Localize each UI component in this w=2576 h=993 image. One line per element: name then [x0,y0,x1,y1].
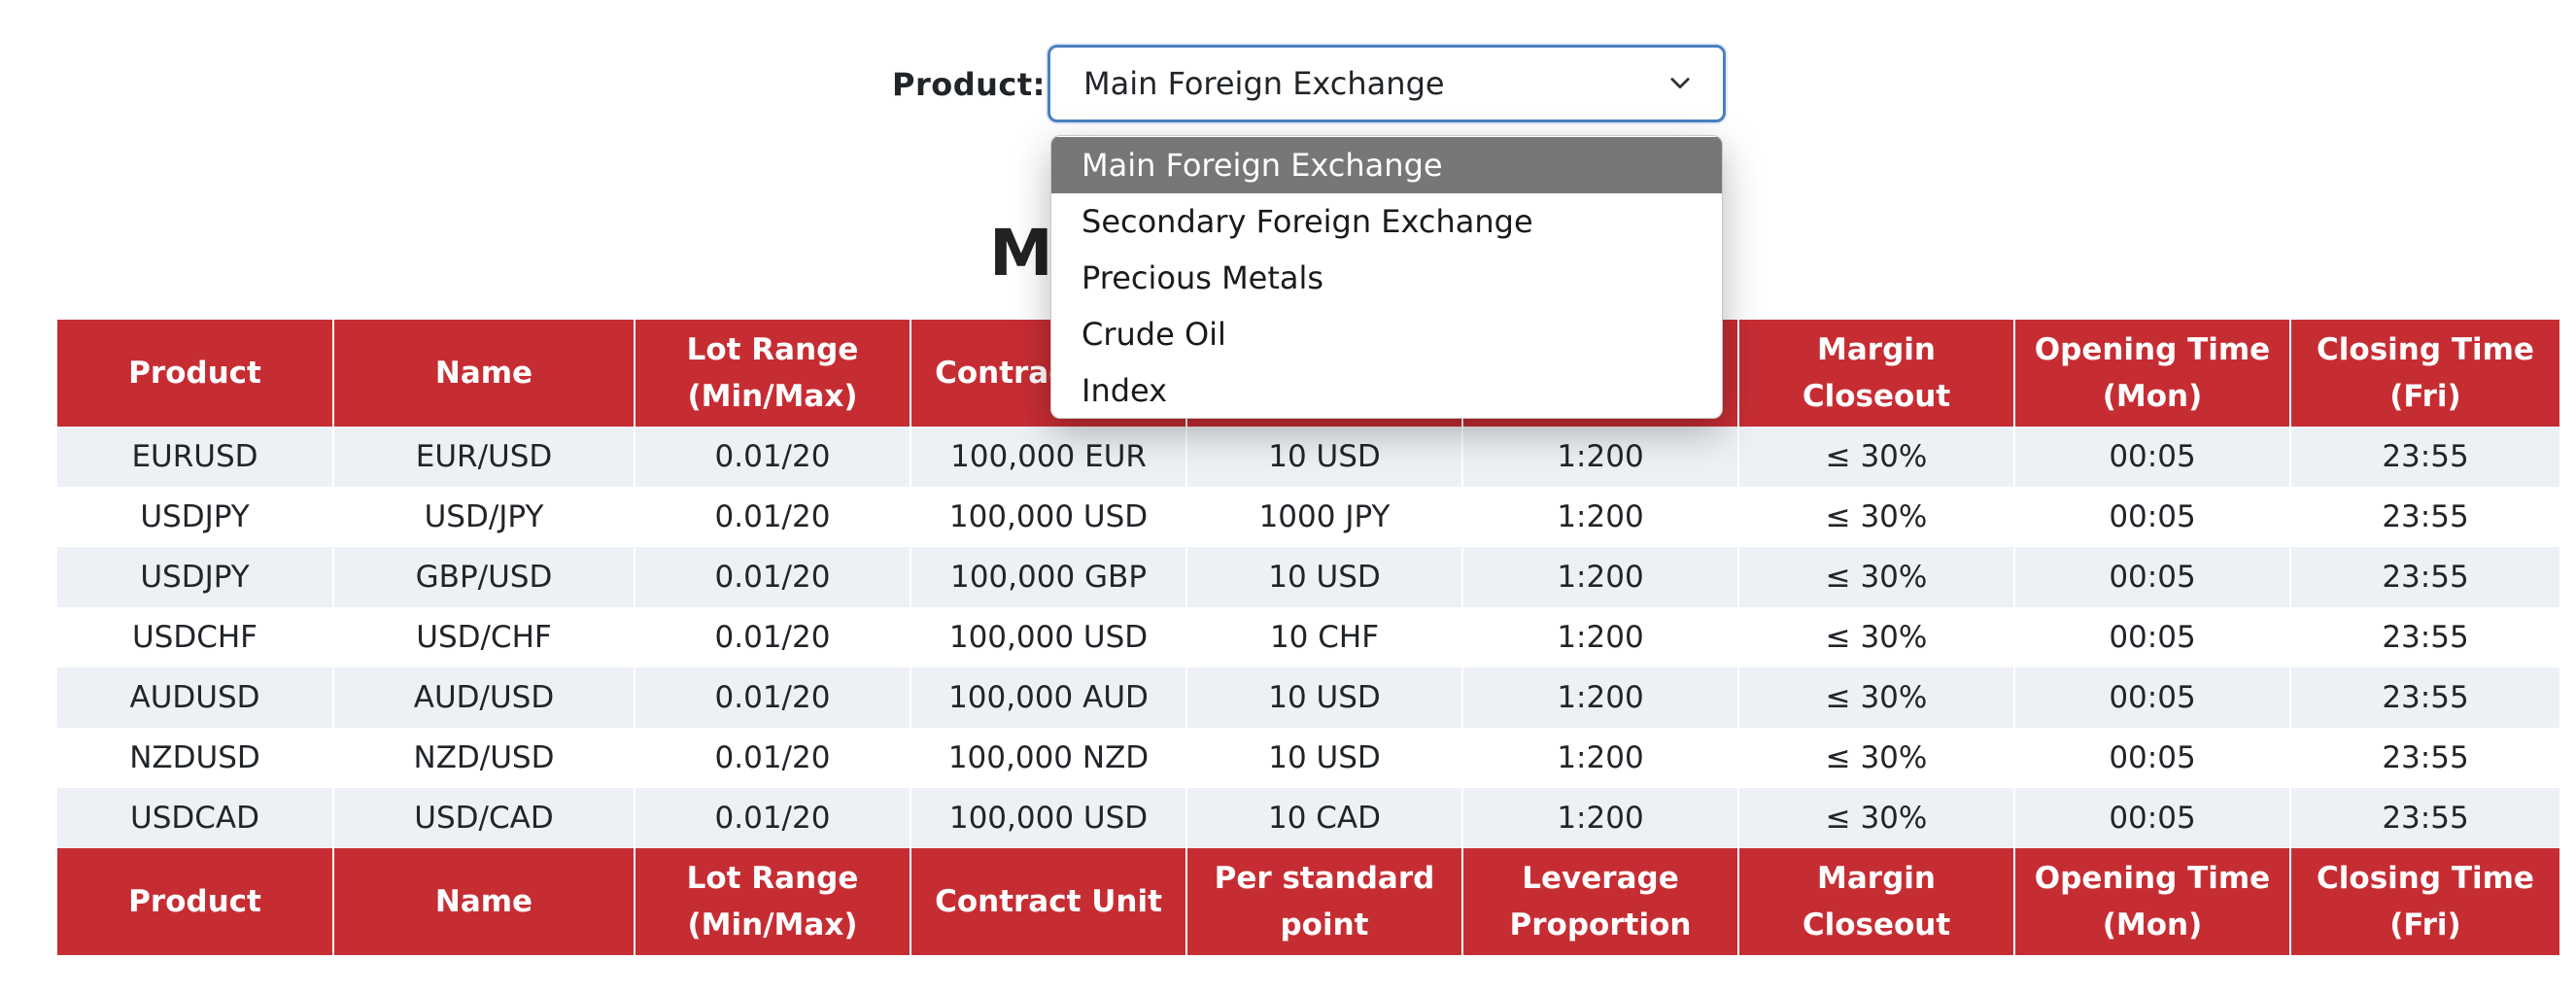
table-cell: 00:05 [2013,728,2290,788]
header-cell: Name [332,320,635,427]
table-cell: 00:05 [2013,788,2290,848]
table-cell: ≤ 30% [1737,788,2014,848]
table-cell: 23:55 [2289,668,2559,728]
table-footer-header: Product Name Lot Range (Min/Max) Contract… [57,848,2559,955]
dropdown-option-precious-metals[interactable]: Precious Metals [1051,250,1722,306]
table-cell: 1:200 [1461,607,1738,668]
dropdown-option-index[interactable]: Index [1051,362,1722,418]
table-cell: 23:55 [2289,487,2559,547]
table-row: NZDUSD NZD/USD 0.01/20 100,000 NZD 10 USD 1:2… [57,728,2559,788]
table-cell: 23:55 [2289,547,2559,607]
table-cell: 00:05 [2013,668,2290,728]
table-cell: 10 USD [1185,668,1462,728]
table-cell: 100,000 USD [910,487,1186,547]
dropdown-option-secondary-foreign-exchange[interactable]: Secondary Foreign Exchange [1051,193,1722,250]
dropdown-option-crude-oil[interactable]: Crude Oil [1051,306,1722,362]
table-cell: 10 USD [1185,427,1462,487]
table-cell: NZD/USD [332,728,635,788]
table-cell: 10 USD [1185,728,1462,788]
table-cell: 0.01/20 [634,668,910,728]
table-cell: 10 CHF [1185,607,1462,668]
table-cell: 100,000 GBP [910,547,1186,607]
table-row: USDJPY GBP/USD 0.01/20 100,000 GBP 10 USD 1:2… [57,547,2559,607]
table-cell: USD/CAD [332,788,635,848]
table-cell: 23:55 [2289,728,2559,788]
header-cell: Closing Time (Fri) [2289,320,2559,427]
table-cell: ≤ 30% [1737,547,2014,607]
table-cell: USDJPY [57,547,333,607]
header-cell: Product [57,320,333,427]
table-row: AUDUSD AUD/USD 0.01/20 100,000 AUD 10 USD 1:2… [57,668,2559,728]
page: Product: Main Foreign Exchange Ma Produc… [0,0,2576,993]
table-cell: 23:55 [2289,427,2559,487]
product-select[interactable]: Main Foreign Exchange [1048,45,1726,122]
table-row: EURUSD EUR/USD 0.01/20 100,000 EUR 10 USD 1:2… [57,427,2559,487]
dropdown-option-main-foreign-exchange[interactable]: Main Foreign Exchange [1051,137,1722,193]
table-cell: ≤ 30% [1737,668,2014,728]
footer-header-cell: Name [332,848,635,955]
product-filter-label: Product: [892,66,1046,103]
footer-header-cell: Lot Range (Min/Max) [634,848,910,955]
table-cell: 00:05 [2013,487,2290,547]
table-cell: AUD/USD [332,668,635,728]
table-row: USDJPY USD/JPY 0.01/20 100,000 USD 1000 JPY 1… [57,487,2559,547]
table-row: USDCHF USD/CHF 0.01/20 100,000 USD 10 CHF 1:2… [57,607,2559,668]
table-cell: 100,000 AUD [910,668,1186,728]
product-select-value: Main Foreign Exchange [1083,65,1445,102]
table-cell: 23:55 [2289,788,2559,848]
footer-header-cell: Closing Time (Fri) [2289,848,2559,955]
header-cell: Opening Time (Mon) [2013,320,2290,427]
table-body: EURUSD EUR/USD 0.01/20 100,000 EUR 10 USD 1:2… [57,427,2559,848]
table-cell: 1:200 [1461,668,1738,728]
footer-header-cell: Margin Closeout [1737,848,2014,955]
header-cell: Margin Closeout [1737,320,2014,427]
footer-header-cell: Contract Unit [910,848,1186,955]
table-cell: 0.01/20 [634,427,910,487]
table-cell: USD/CHF [332,607,635,668]
table-cell: USDJPY [57,487,333,547]
table-cell: 100,000 NZD [910,728,1186,788]
table-cell: USDCHF [57,607,333,668]
table-cell: EUR/USD [332,427,635,487]
table-cell: 100,000 EUR [910,427,1186,487]
table-cell: 1:200 [1461,427,1738,487]
table-cell: ≤ 30% [1737,728,2014,788]
table-cell: 1000 JPY [1185,487,1462,547]
table-cell: USDCAD [57,788,333,848]
table-cell: USD/JPY [332,487,635,547]
product-dropdown-list: Main Foreign Exchange Secondary Foreign … [1050,135,1723,419]
table-row: USDCAD USD/CAD 0.01/20 100,000 USD 10 CAD 1:2… [57,788,2559,848]
table-cell: 1:200 [1461,728,1738,788]
table-cell: 1:200 [1461,788,1738,848]
table-cell: AUDUSD [57,668,333,728]
table-cell: 0.01/20 [634,487,910,547]
table-cell: EURUSD [57,427,333,487]
table-cell: 00:05 [2013,427,2290,487]
chevron-down-icon [1670,78,1690,89]
table-cell: 0.01/20 [634,788,910,848]
footer-header-cell: Leverage Proportion [1461,848,1738,955]
table-cell: ≤ 30% [1737,607,2014,668]
table-cell: ≤ 30% [1737,427,2014,487]
table-cell: 1:200 [1461,547,1738,607]
table-cell: GBP/USD [332,547,635,607]
header-cell: Lot Range (Min/Max) [634,320,910,427]
table-cell: 10 CAD [1185,788,1462,848]
table-cell: 23:55 [2289,607,2559,668]
footer-header-cell: Opening Time (Mon) [2013,848,2290,955]
table-cell: 0.01/20 [634,607,910,668]
table-cell: 0.01/20 [634,547,910,607]
footer-header-row: Product Name Lot Range (Min/Max) Contract… [57,848,2559,955]
table-cell: 10 USD [1185,547,1462,607]
table-cell: 00:05 [2013,547,2290,607]
table-cell: ≤ 30% [1737,487,2014,547]
table-cell: 100,000 USD [910,607,1186,668]
table-cell: 100,000 USD [910,788,1186,848]
footer-header-cell: Per standard point [1185,848,1462,955]
table-cell: 1:200 [1461,487,1738,547]
table-cell: NZDUSD [57,728,333,788]
table-cell: 00:05 [2013,607,2290,668]
footer-header-cell: Product [57,848,333,955]
table-cell: 0.01/20 [634,728,910,788]
